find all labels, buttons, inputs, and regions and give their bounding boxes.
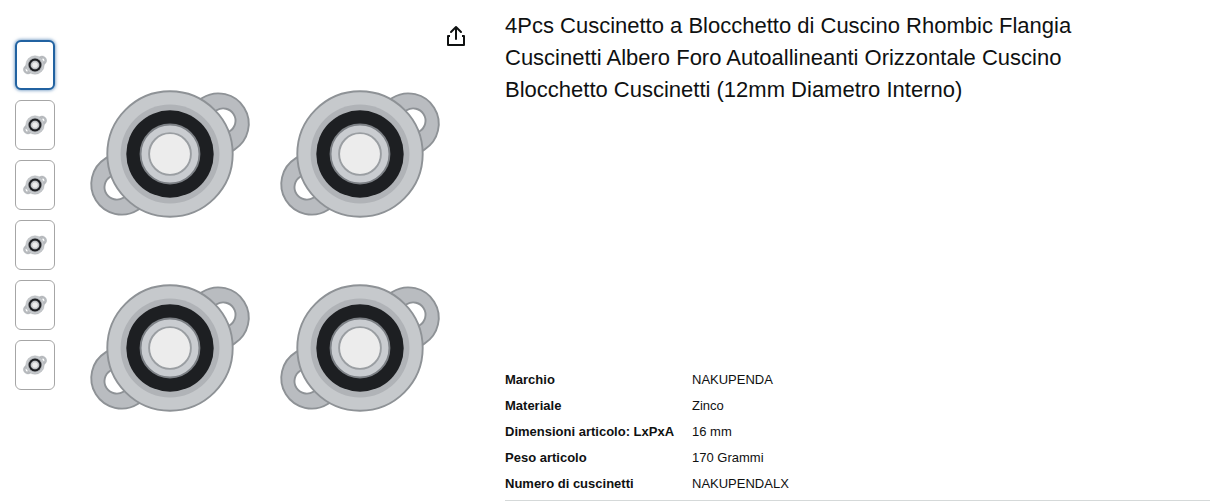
spec-label: Materiale xyxy=(505,398,692,413)
bearing-icon xyxy=(75,59,265,249)
bearing-icon xyxy=(75,253,265,443)
bearing-thumbnail-icon xyxy=(21,111,49,139)
spec-row: MaterialeZinco xyxy=(505,392,1210,418)
spec-value: NAKUPENDA xyxy=(692,372,1210,387)
bearing-icon xyxy=(265,59,455,249)
bearing-thumbnail-icon xyxy=(21,231,49,259)
bearing-thumbnail-icon xyxy=(21,291,49,319)
thumbnail[interactable] xyxy=(15,280,55,330)
thumbnail[interactable] xyxy=(15,100,55,150)
product-title: 4Pcs Cuscinetto a Blocchetto di Cuscino … xyxy=(505,0,1170,106)
spec-row: Numero di cuscinettiNAKUPENDALX xyxy=(505,470,1210,496)
spec-label: Peso articolo xyxy=(505,450,692,465)
thumbnail-list xyxy=(15,0,55,503)
share-row xyxy=(70,0,470,47)
thumbnail[interactable] xyxy=(15,340,55,390)
bearing-thumbnail-icon xyxy=(21,51,49,79)
spec-value: Zinco xyxy=(692,398,1210,413)
share-icon[interactable] xyxy=(446,25,466,47)
thumbnail[interactable] xyxy=(15,160,55,210)
thumbnail[interactable] xyxy=(15,40,55,90)
spec-label: Numero di cuscinetti xyxy=(505,476,692,491)
spec-label: Marchio xyxy=(505,372,692,387)
spec-row: Peso articolo170 Grammi xyxy=(505,444,1210,470)
bearing-thumbnail-icon xyxy=(21,351,49,379)
bearing-icon xyxy=(265,253,455,443)
spec-label: Dimensioni articolo: LxPxA xyxy=(505,424,692,439)
spec-value: 16 mm xyxy=(692,424,1210,439)
product-info: 4Pcs Cuscinetto a Blocchetto di Cuscino … xyxy=(505,0,1210,503)
spec-row: MarchioNAKUPENDA xyxy=(505,366,1210,392)
product-page: 4Pcs Cuscinetto a Blocchetto di Cuscino … xyxy=(0,0,1230,503)
bearing-thumbnail-icon xyxy=(21,171,49,199)
spec-row: Dimensioni articolo: LxPxA16 mm xyxy=(505,418,1210,444)
product-photo xyxy=(75,59,470,443)
thumbnail[interactable] xyxy=(15,220,55,270)
main-image xyxy=(70,0,470,503)
spec-value: 170 Grammi xyxy=(692,450,1210,465)
spec-table: MarchioNAKUPENDAMaterialeZincoDimensioni… xyxy=(505,366,1210,501)
spec-value: NAKUPENDALX xyxy=(692,476,1210,491)
